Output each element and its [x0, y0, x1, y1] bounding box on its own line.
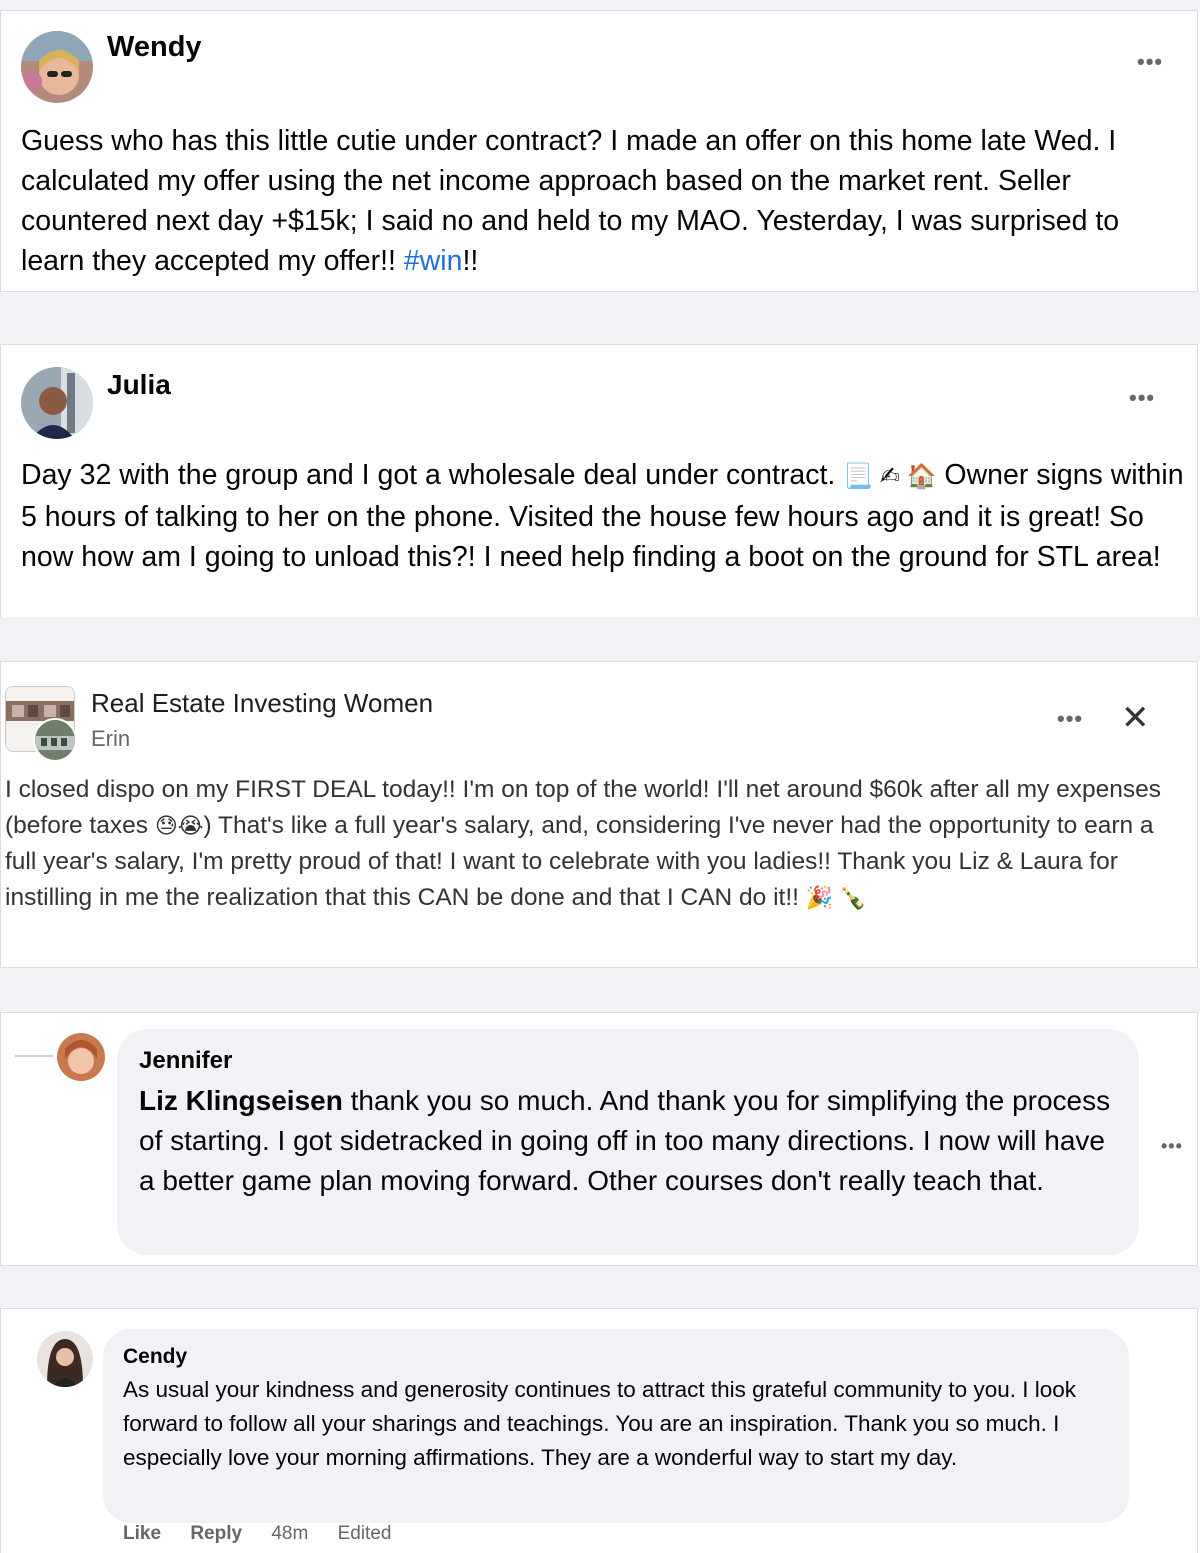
comment-bubble: Jennifer Liz Klingseisen thank you so mu… — [117, 1029, 1139, 1255]
comment-author[interactable]: Jennifer — [139, 1047, 232, 1075]
more-options-icon[interactable]: ••• — [1137, 51, 1163, 73]
avatar[interactable] — [21, 31, 93, 103]
author-name[interactable]: Erin — [91, 726, 130, 752]
author-name[interactable]: Julia — [107, 369, 171, 401]
post-card-wendy: Wendy ••• Guess who has this little cuti… — [0, 10, 1198, 292]
comment-timestamp[interactable]: 48m — [271, 1523, 308, 1544]
close-icon[interactable]: ✕ — [1121, 698, 1150, 738]
comment-author[interactable]: Cendy — [123, 1345, 187, 1369]
post-text-end: !! — [462, 245, 479, 277]
more-options-icon[interactable]: ••• — [1129, 387, 1155, 409]
reply-button[interactable]: Reply — [190, 1523, 242, 1544]
post-text: Guess who has this little cutie under co… — [21, 121, 1186, 281]
avatar[interactable] — [57, 1033, 105, 1081]
comment-card-cendy: Cendy As usual your kindness and generos… — [0, 1308, 1198, 1553]
author-name[interactable]: Wendy — [107, 31, 202, 64]
comment-text: Liz Klingseisen thank you so much. And t… — [139, 1081, 1119, 1201]
post-text-before: Day 32 with the group and I got a wholes… — [21, 459, 844, 491]
feed-gap — [0, 0, 1200, 10]
edited-label: Edited — [337, 1523, 392, 1544]
comment-card-jennifer: Jennifer Liz Klingseisen thank you so mu… — [0, 1012, 1198, 1266]
post-card-julia: Julia ••• Day 32 with the group and I go… — [0, 344, 1198, 617]
emoji-group: 🎉 🍾 — [805, 885, 867, 910]
post-card-erin: Real Estate Investing Women Erin ••• ✕ I… — [0, 661, 1198, 968]
like-button[interactable]: Like — [123, 1523, 161, 1544]
emoji-group: 😓😭 — [154, 813, 204, 838]
mention-link[interactable]: Liz Klingseisen — [139, 1085, 343, 1116]
feed-gap — [0, 292, 1200, 344]
feed-gap — [0, 617, 1200, 661]
post-text-main: Guess who has this little cutie under co… — [21, 125, 1120, 277]
member-avatar[interactable] — [33, 718, 77, 762]
emoji-group: 📃 ✍ 🏠 — [843, 463, 937, 490]
avatar[interactable] — [21, 367, 93, 439]
more-options-icon[interactable]: ••• — [1057, 708, 1083, 730]
avatar[interactable] — [37, 1331, 93, 1387]
feed-gap — [0, 1266, 1200, 1308]
thread-line — [15, 1055, 53, 1057]
comment-actions: Like Reply 48m Edited — [123, 1523, 415, 1545]
post-text: I closed dispo on my FIRST DEAL today!! … — [5, 772, 1185, 916]
comment-bubble: Cendy As usual your kindness and generos… — [103, 1329, 1129, 1523]
more-options-icon[interactable]: ••• — [1161, 1137, 1183, 1155]
hashtag-link[interactable]: #win — [404, 245, 463, 277]
post-text: Day 32 with the group and I got a wholes… — [21, 455, 1186, 577]
comment-text: As usual your kindness and generosity co… — [123, 1377, 1076, 1470]
feed-gap — [0, 968, 1200, 1012]
group-name[interactable]: Real Estate Investing Women — [91, 688, 433, 719]
